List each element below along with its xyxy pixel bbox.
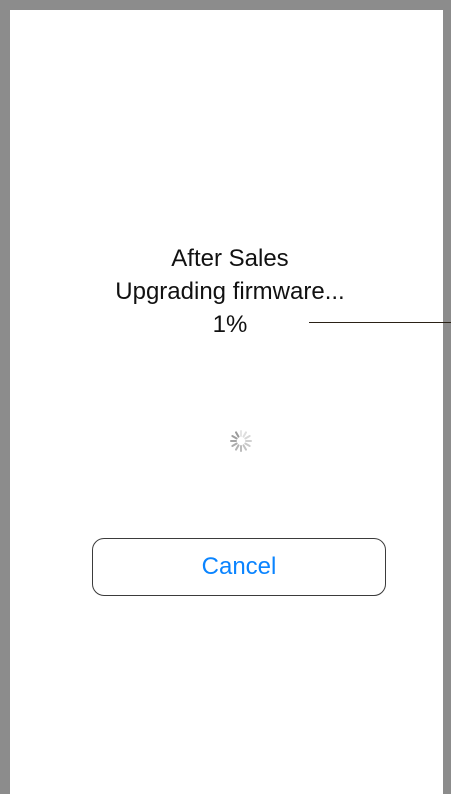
spinner-icon (230, 430, 252, 452)
upgrade-status-message: Upgrading firmware... (115, 278, 345, 305)
upgrade-screen: After Sales Upgrading firmware... 1% Can… (20, 20, 451, 794)
dialog-title: After Sales (171, 245, 289, 272)
annotation-line (309, 322, 451, 323)
cancel-button[interactable]: Cancel (92, 538, 386, 596)
device-frame: After Sales Upgrading firmware... 1% Can… (0, 0, 451, 794)
progress-percentage: 1% (212, 311, 248, 338)
